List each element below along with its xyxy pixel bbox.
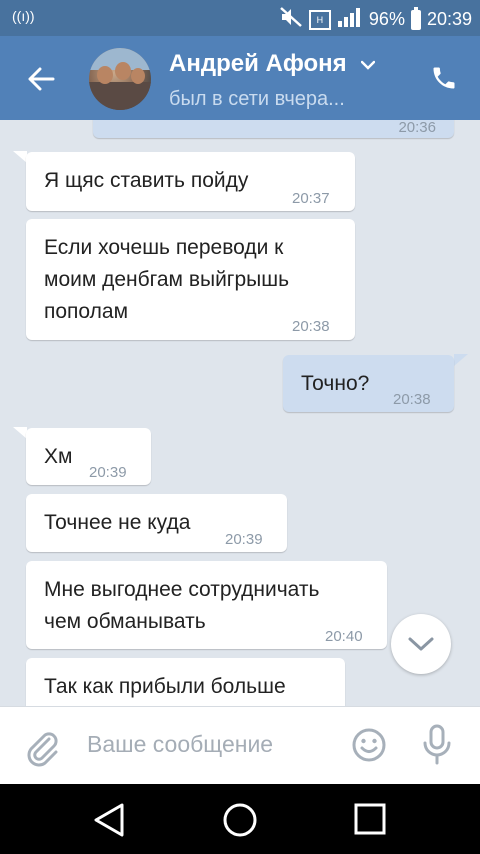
avatar[interactable] [89, 48, 151, 110]
last-seen-status: был в сети вчера... [169, 88, 345, 110]
message-time: 20:37 [292, 190, 330, 207]
message-time: 20:39 [89, 464, 127, 481]
bubble-tail [454, 354, 468, 366]
message-text-line: Мне выгоднее сотрудничать [44, 578, 320, 601]
message-time: 20:39 [225, 531, 263, 548]
back-button[interactable] [24, 62, 58, 96]
nav-home-button[interactable] [222, 802, 258, 843]
hotspot-icon: ((ı)) [12, 8, 35, 24]
message-bubble-incoming[interactable]: Хм 20:39 [26, 428, 151, 485]
chevron-down-icon [361, 60, 376, 70]
clock: 20:39 [426, 9, 472, 29]
chevron-down-icon [408, 637, 434, 651]
phone-icon [433, 67, 455, 89]
signal-strength-icon [337, 7, 363, 32]
contact-name-text: Андрей Афоня [169, 50, 347, 77]
message-text-line: пополам [44, 300, 129, 323]
scroll-to-bottom-button[interactable] [391, 614, 451, 674]
message-bubble-incoming[interactable]: Так как прибыли больше [26, 658, 345, 706]
status-bar: ((ı)) H 96% 20:39 [0, 0, 480, 36]
nav-home-icon [223, 803, 257, 837]
paperclip-icon [27, 732, 58, 767]
message-composer: Ваше сообщение [0, 706, 480, 785]
message-bubble-outgoing[interactable]: Точно? 20:38 [283, 355, 454, 412]
message-text: Так как прибыли больше [44, 675, 286, 698]
microphone-icon [423, 724, 451, 765]
nav-recents-button[interactable] [353, 802, 387, 841]
attach-button[interactable] [22, 727, 62, 767]
emoji-button[interactable] [349, 725, 389, 765]
message-text: Я щяс ставить пойду [44, 169, 249, 192]
message-bubble-incoming[interactable]: Точнее не куда 20:39 [26, 494, 287, 552]
message-text-line: моим денбгам выйгрышь [44, 268, 290, 291]
system-navigation-bar [0, 784, 480, 854]
muted-icon [279, 6, 303, 33]
message-bubble-incoming[interactable]: Мне выгоднее сотрудничать чем обманывать… [26, 561, 387, 649]
chat-header: Андрей Афоня был в сети вчера... [0, 36, 480, 120]
message-text: Если хочешь переводи к моим денбгам выйг… [44, 232, 289, 328]
message-time: 20:40 [325, 628, 363, 645]
message-text: Точно? [301, 372, 370, 395]
message-text: Точнее не куда [44, 511, 191, 534]
voice-message-button[interactable] [420, 723, 454, 767]
call-button[interactable] [426, 60, 462, 96]
contact-name[interactable]: Андрей Афоня [169, 50, 376, 78]
status-icons: H 96% 20:39 [279, 6, 472, 33]
nav-back-button[interactable] [92, 802, 126, 843]
nav-back-icon [94, 803, 124, 837]
data-signal-icon: H [308, 9, 331, 30]
smiley-icon [352, 728, 386, 762]
nav-recents-icon [354, 803, 386, 835]
arrow-left-icon [28, 67, 55, 91]
battery-percent: 96% [368, 9, 405, 29]
message-input[interactable]: Ваше сообщение [87, 731, 273, 758]
message-time: 20:36 [398, 120, 436, 136]
battery-icon [410, 6, 421, 30]
bubble-tail [13, 427, 27, 439]
message-text: Мне выгоднее сотрудничать чем обманывать [44, 574, 319, 638]
message-text-line: Если хочешь переводи к [44, 236, 284, 259]
message-bubble-incoming[interactable]: Если хочешь переводи к моим денбгам выйг… [26, 219, 355, 340]
message-bubble-incoming[interactable]: Я щяс ставить пойду 20:37 [26, 152, 355, 211]
bubble-tail [13, 151, 27, 163]
message-time: 20:38 [393, 391, 431, 408]
message-time: 20:38 [292, 318, 330, 335]
message-bubble-outgoing[interactable]: 20:36 [93, 120, 454, 138]
message-text: Хм [44, 445, 73, 468]
message-text-line: чем обманывать [44, 610, 206, 633]
